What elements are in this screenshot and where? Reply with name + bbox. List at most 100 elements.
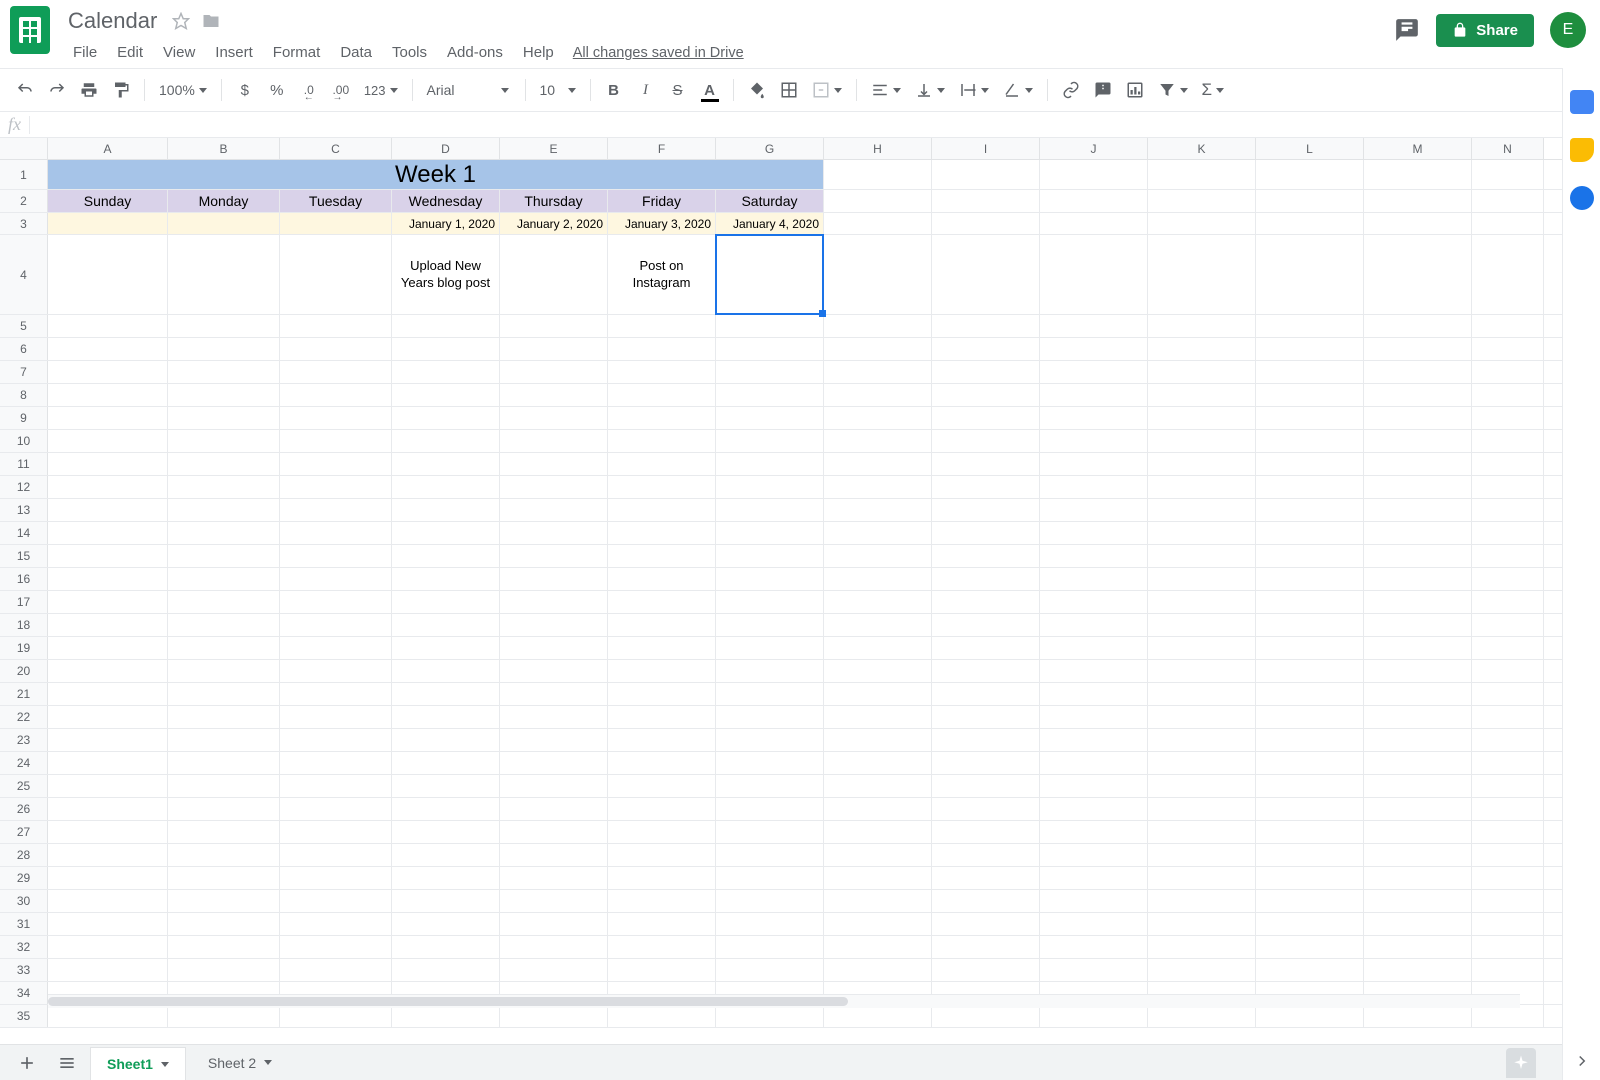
cell-K20[interactable] bbox=[1148, 660, 1256, 682]
cell-A29[interactable] bbox=[48, 867, 168, 889]
cell-K6[interactable] bbox=[1148, 338, 1256, 360]
cell-B11[interactable] bbox=[168, 453, 280, 475]
cell-F5[interactable] bbox=[608, 315, 716, 337]
cell-H16[interactable] bbox=[824, 568, 932, 590]
cell-G24[interactable] bbox=[716, 752, 824, 774]
cell-A24[interactable] bbox=[48, 752, 168, 774]
insert-comment-button[interactable] bbox=[1088, 75, 1118, 105]
cell-I15[interactable] bbox=[932, 545, 1040, 567]
cell-B8[interactable] bbox=[168, 384, 280, 406]
cell-C22[interactable] bbox=[280, 706, 392, 728]
cell-N9[interactable] bbox=[1472, 407, 1544, 429]
cell-C18[interactable] bbox=[280, 614, 392, 636]
text-color-button[interactable]: A bbox=[695, 75, 725, 105]
cell-C29[interactable] bbox=[280, 867, 392, 889]
cell-D31[interactable] bbox=[392, 913, 500, 935]
cell-E27[interactable] bbox=[500, 821, 608, 843]
cell-H1[interactable] bbox=[824, 160, 932, 189]
cell-L13[interactable] bbox=[1256, 499, 1364, 521]
cell-B14[interactable] bbox=[168, 522, 280, 544]
cell-B7[interactable] bbox=[168, 361, 280, 383]
cell-A15[interactable] bbox=[48, 545, 168, 567]
cell-N8[interactable] bbox=[1472, 384, 1544, 406]
cell-J2[interactable] bbox=[1040, 190, 1148, 212]
cell-A19[interactable] bbox=[48, 637, 168, 659]
cell-G35[interactable] bbox=[716, 1005, 824, 1027]
cell-H31[interactable] bbox=[824, 913, 932, 935]
cell-E9[interactable] bbox=[500, 407, 608, 429]
cell-B12[interactable] bbox=[168, 476, 280, 498]
cell-B24[interactable] bbox=[168, 752, 280, 774]
cell-K7[interactable] bbox=[1148, 361, 1256, 383]
cell-J3[interactable] bbox=[1040, 213, 1148, 234]
cell-F25[interactable] bbox=[608, 775, 716, 797]
row-header-29[interactable]: 29 bbox=[0, 867, 48, 889]
cell-K32[interactable] bbox=[1148, 936, 1256, 958]
cell-J7[interactable] bbox=[1040, 361, 1148, 383]
cell-H8[interactable] bbox=[824, 384, 932, 406]
cell-H6[interactable] bbox=[824, 338, 932, 360]
cell-C25[interactable] bbox=[280, 775, 392, 797]
cell-A8[interactable] bbox=[48, 384, 168, 406]
cell-N26[interactable] bbox=[1472, 798, 1544, 820]
cell-G9[interactable] bbox=[716, 407, 824, 429]
cell-N12[interactable] bbox=[1472, 476, 1544, 498]
cell-G13[interactable] bbox=[716, 499, 824, 521]
cell-C19[interactable] bbox=[280, 637, 392, 659]
cell-G17[interactable] bbox=[716, 591, 824, 613]
cell-N15[interactable] bbox=[1472, 545, 1544, 567]
row-header-33[interactable]: 33 bbox=[0, 959, 48, 981]
cell-C21[interactable] bbox=[280, 683, 392, 705]
cell-E22[interactable] bbox=[500, 706, 608, 728]
save-status[interactable]: All changes saved in Drive bbox=[573, 45, 744, 61]
cell-B20[interactable] bbox=[168, 660, 280, 682]
cell-I18[interactable] bbox=[932, 614, 1040, 636]
cell-K12[interactable] bbox=[1148, 476, 1256, 498]
row-header-6[interactable]: 6 bbox=[0, 338, 48, 360]
cell-F33[interactable] bbox=[608, 959, 716, 981]
row-header-3[interactable]: 3 bbox=[0, 213, 48, 234]
cell-H5[interactable] bbox=[824, 315, 932, 337]
cell-G4[interactable] bbox=[716, 235, 824, 314]
cell-I1[interactable] bbox=[932, 160, 1040, 189]
cell-K31[interactable] bbox=[1148, 913, 1256, 935]
row-header-18[interactable]: 18 bbox=[0, 614, 48, 636]
horizontal-align-dropdown[interactable] bbox=[865, 81, 907, 99]
cell-F4[interactable]: Post on Instagram bbox=[608, 235, 716, 314]
font-size-dropdown[interactable]: 10 bbox=[534, 82, 582, 98]
cell-N20[interactable] bbox=[1472, 660, 1544, 682]
cell-M18[interactable] bbox=[1364, 614, 1472, 636]
cell-M10[interactable] bbox=[1364, 430, 1472, 452]
cell-M31[interactable] bbox=[1364, 913, 1472, 935]
cell-D4[interactable]: Upload New Years blog post bbox=[392, 235, 500, 314]
cell-K33[interactable] bbox=[1148, 959, 1256, 981]
menu-insert[interactable]: Insert bbox=[206, 40, 262, 65]
cell-M1[interactable] bbox=[1364, 160, 1472, 189]
cell-N23[interactable] bbox=[1472, 729, 1544, 751]
cell-F14[interactable] bbox=[608, 522, 716, 544]
cell-M9[interactable] bbox=[1364, 407, 1472, 429]
cell-A28[interactable] bbox=[48, 844, 168, 866]
cell-J26[interactable] bbox=[1040, 798, 1148, 820]
cell-I12[interactable] bbox=[932, 476, 1040, 498]
cell-M19[interactable] bbox=[1364, 637, 1472, 659]
cell-J12[interactable] bbox=[1040, 476, 1148, 498]
cell-E2[interactable]: Thursday bbox=[500, 190, 608, 212]
cell-F32[interactable] bbox=[608, 936, 716, 958]
cell-D11[interactable] bbox=[392, 453, 500, 475]
cell-J33[interactable] bbox=[1040, 959, 1148, 981]
cell-J23[interactable] bbox=[1040, 729, 1148, 751]
cell-A17[interactable] bbox=[48, 591, 168, 613]
cell-M32[interactable] bbox=[1364, 936, 1472, 958]
cell-N11[interactable] bbox=[1472, 453, 1544, 475]
cell-M28[interactable] bbox=[1364, 844, 1472, 866]
cell-A23[interactable] bbox=[48, 729, 168, 751]
cell-D18[interactable] bbox=[392, 614, 500, 636]
cell-C33[interactable] bbox=[280, 959, 392, 981]
column-header-A[interactable]: A bbox=[48, 138, 168, 159]
menu-file[interactable]: File bbox=[64, 40, 106, 65]
cell-E35[interactable] bbox=[500, 1005, 608, 1027]
cell-N32[interactable] bbox=[1472, 936, 1544, 958]
cell-N3[interactable] bbox=[1472, 213, 1544, 234]
sheets-logo-icon[interactable] bbox=[10, 6, 50, 54]
